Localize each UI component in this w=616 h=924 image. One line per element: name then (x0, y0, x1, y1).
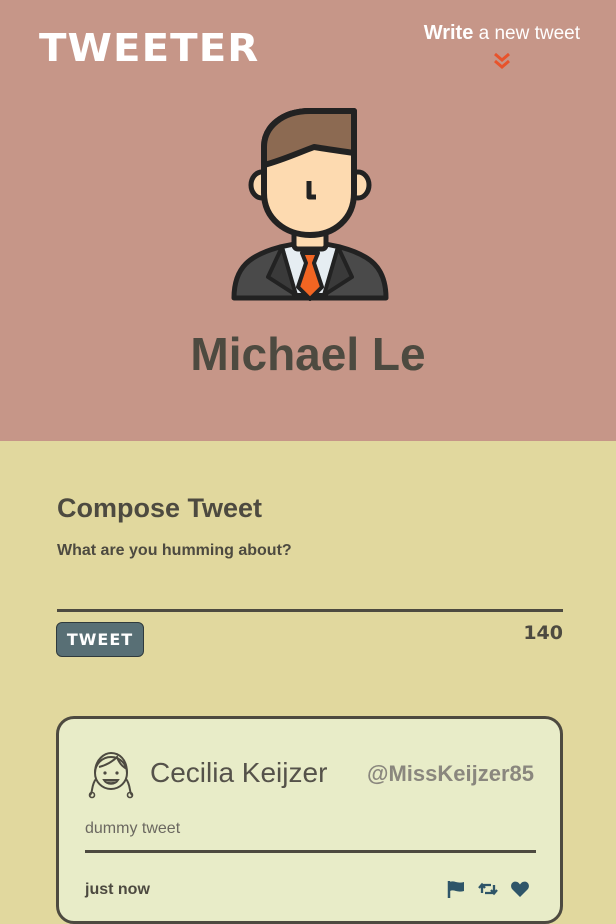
tweet-author-avatar (88, 751, 134, 799)
write-link-rest: a new tweet (473, 23, 580, 44)
tweet-author-handle: @MissKeijzer85 (367, 761, 534, 786)
tweet-text: dummy tweet (85, 820, 181, 837)
character-counter: 140 (523, 622, 563, 644)
tweet-author-name: Cecilia Keijzer (150, 757, 328, 788)
user-avatar (231, 108, 389, 301)
retweet-icon[interactable] (478, 879, 498, 899)
app-logo: TWEETER (39, 26, 260, 70)
tweet-textarea[interactable] (57, 542, 563, 612)
tweet-divider (85, 850, 536, 853)
tweet-timestamp: just now (85, 881, 150, 898)
flag-icon[interactable] (446, 879, 466, 899)
profile-header: TWEETER Write a new tweet Michael Le (0, 0, 616, 441)
write-new-tweet-link[interactable]: Write a new tweet (424, 22, 580, 45)
compose-title: Compose Tweet (57, 493, 263, 523)
write-link-bold: Write (423, 22, 474, 44)
heart-icon[interactable] (510, 879, 530, 899)
profile-name: Michael Le (190, 328, 426, 380)
double-chevron-down-icon[interactable] (492, 52, 512, 70)
tweet-button[interactable]: TWEET (56, 622, 144, 657)
tweet-card: Cecilia Keijzer @MissKeijzer85 dummy twe… (56, 716, 563, 924)
tweet-actions (446, 879, 530, 899)
